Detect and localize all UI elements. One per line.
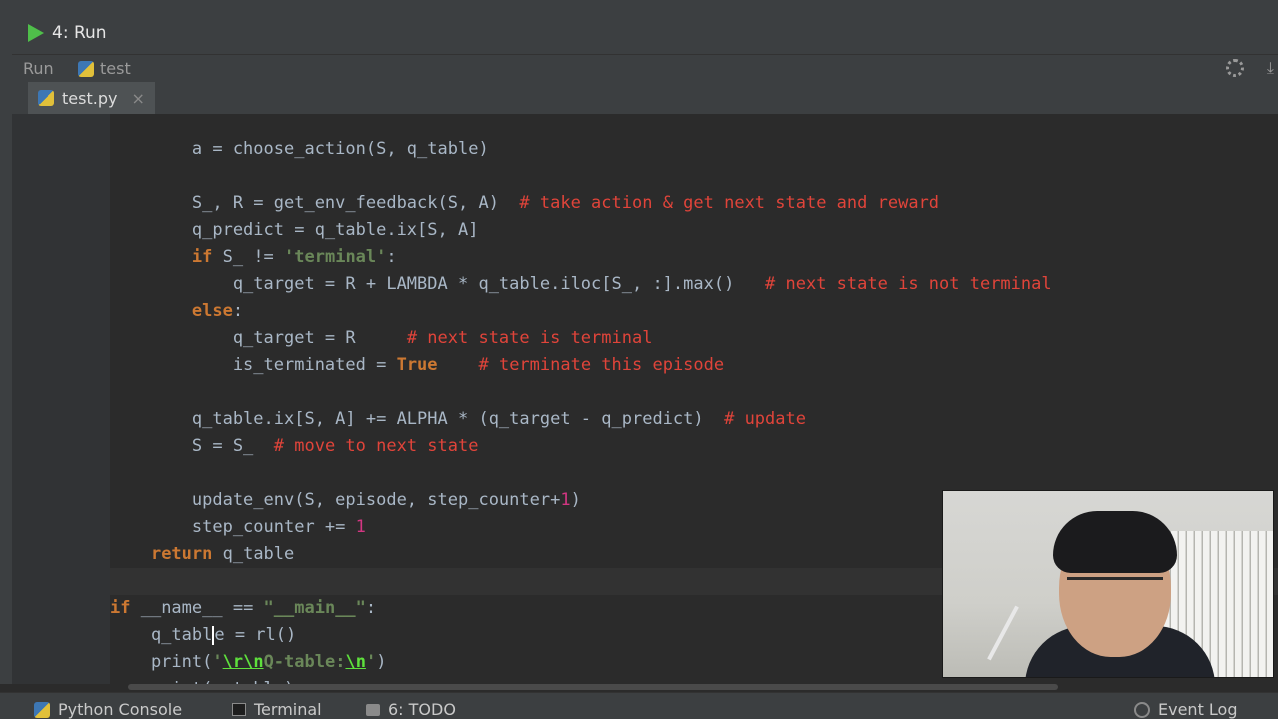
code-line[interactable]: 83 else: — [110, 244, 1278, 321]
run-label: Run — [23, 59, 54, 78]
line-number-gutter — [12, 114, 110, 684]
run-tab-label: 4: Run — [52, 23, 107, 43]
code-line[interactable]: 80 q_predict = q_table.ix[S, A] — [110, 163, 1278, 240]
python-console-button[interactable]: Python Console — [34, 700, 182, 719]
code-line[interactable]: 88 S = S_ # move to next state — [110, 379, 1278, 456]
code-line[interactable]: 79 S_, R = get_env_feedback(S, A) # take… — [110, 136, 1278, 213]
code-line[interactable]: 87 q_table.ix[S, A] += ALPHA * (q_target… — [110, 352, 1278, 429]
hide-panel-icon[interactable]: ⤓ — [1267, 58, 1274, 78]
run-play-icon[interactable] — [28, 24, 44, 42]
code-line[interactable]: 86 — [110, 325, 1278, 352]
python-console-label: Python Console — [58, 700, 183, 719]
code-line[interactable]: 90 update_env(S, episode, step_counter+1… — [110, 433, 1278, 510]
code-line[interactable]: 84 q_target = R # next state is terminal — [110, 271, 1278, 348]
code-line[interactable]: 85 is_terminated = True # terminate this… — [110, 298, 1278, 375]
python-file-icon — [38, 90, 54, 106]
code-line[interactable]: 89 — [110, 406, 1278, 433]
horizontal-scrollbar[interactable] — [110, 684, 1278, 692]
terminal-label: Terminal — [254, 700, 322, 719]
presenter-hair — [1053, 511, 1177, 573]
desk-lamp — [987, 605, 1019, 661]
run-tool-window-bar: 4: Run — [0, 10, 1278, 54]
todo-icon — [366, 703, 380, 716]
scrollbar-thumb[interactable] — [128, 684, 1058, 690]
python-file-icon — [78, 60, 94, 77]
run-toolbar: Run test ⤓ — [12, 54, 1278, 83]
webcam-overlay — [942, 490, 1274, 678]
run-tab[interactable]: 4: Run — [18, 18, 107, 48]
left-tool-strip — [0, 54, 12, 684]
editor-tab-test-py[interactable]: test.py × — [28, 82, 155, 114]
code-line[interactable]: 82 q_target = R + LAMBDA * q_table.iloc[… — [110, 217, 1278, 294]
gear-icon[interactable] — [1226, 59, 1244, 77]
code-line[interactable]: 91 step_counter += 1 — [110, 460, 1278, 537]
terminal-icon — [232, 703, 246, 716]
run-config-name: test — [100, 59, 131, 78]
presenter-glasses — [1067, 577, 1163, 602]
event-log-icon — [1134, 701, 1150, 718]
code-line[interactable]: a = choose_action(S, q_table) — [110, 114, 1278, 159]
event-log-label: Event Log — [1158, 700, 1238, 719]
todo-button[interactable]: 6: TODO — [366, 700, 456, 719]
run-config[interactable]: test — [78, 59, 131, 78]
editor-tab-filename: test.py — [62, 88, 118, 108]
bottom-tool-bar: Python Console Terminal 6: TODO Event Lo… — [0, 692, 1278, 719]
python-console-icon — [34, 701, 50, 718]
event-log-button[interactable]: Event Log — [1134, 700, 1238, 719]
code-line[interactable]: 81 if S_ != 'terminal': — [110, 190, 1278, 267]
editor-tab-bar: test.py × — [12, 82, 1278, 115]
terminal-button[interactable]: Terminal — [232, 700, 322, 719]
close-icon[interactable]: × — [131, 89, 144, 108]
todo-label: 6: TODO — [388, 700, 456, 719]
